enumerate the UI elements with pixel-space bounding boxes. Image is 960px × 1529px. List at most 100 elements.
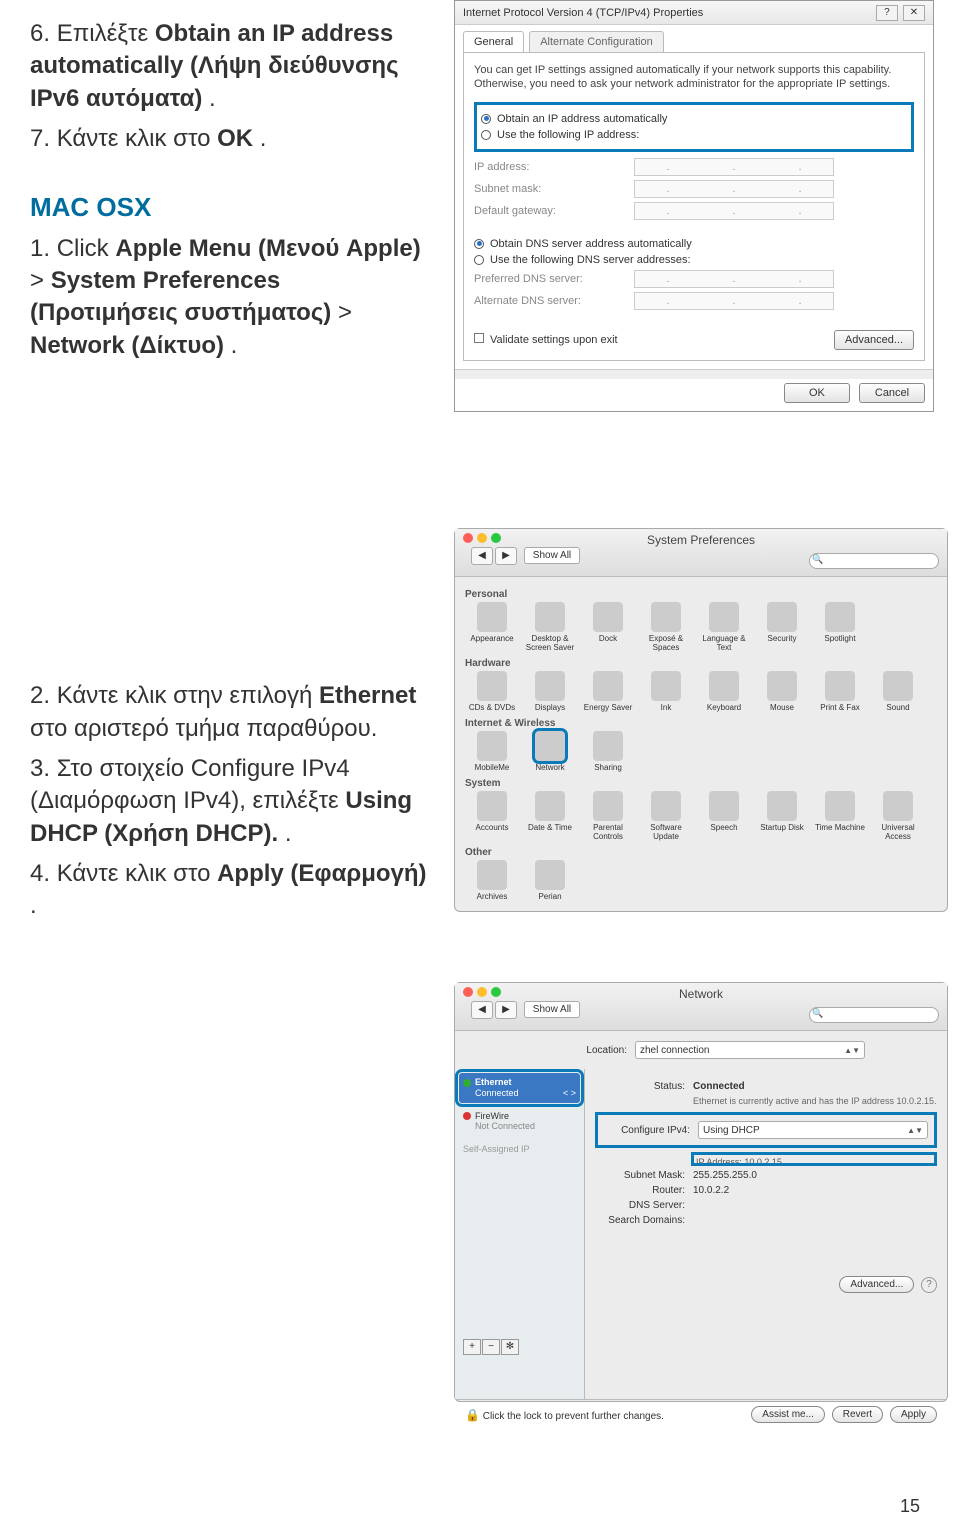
pref-icon: [535, 791, 565, 821]
pref-icon: [883, 671, 913, 701]
sidebar-firewire[interactable]: FireWire Not Connected: [459, 1107, 580, 1137]
pref-item-software-update[interactable]: Software Update: [639, 791, 693, 841]
window-title: Network: [679, 987, 723, 1001]
remove-service-button[interactable]: −: [482, 1339, 500, 1355]
back-button[interactable]: ◀: [471, 1001, 493, 1019]
tab-alternate[interactable]: Alternate Configuration: [529, 31, 664, 52]
pref-icon: [825, 602, 855, 632]
pref-item-language-text[interactable]: Language & Text: [697, 602, 751, 652]
pref-icon: [767, 791, 797, 821]
pref-item-network[interactable]: Network: [523, 731, 577, 772]
mac-step-2: 2. Κάντε κλικ στην επιλογή Ethernet στο …: [30, 680, 430, 745]
step-6: 6. Επιλέξτε Obtain an IP address automat…: [30, 18, 430, 115]
location-select[interactable]: zhel connection▲▼: [635, 1041, 865, 1059]
pref-icon: [767, 602, 797, 632]
system-preferences-window: ◀▶ Show All System Preferences Personal …: [454, 528, 948, 912]
pref-icon: [535, 602, 565, 632]
pref-item-dock[interactable]: Dock: [581, 602, 635, 652]
page-number: 15: [900, 1496, 920, 1517]
pref-icon: [477, 860, 507, 890]
mac-step-4: 4. Κάντε κλικ στο Apply (Εφαρμογή) .: [30, 858, 430, 923]
pref-item-archives[interactable]: Archives: [465, 860, 519, 901]
pref-icon: [709, 671, 739, 701]
pref-item-spotlight[interactable]: Spotlight: [813, 602, 867, 652]
pref-item-energy-saver[interactable]: Energy Saver: [581, 671, 635, 712]
pref-item-perian[interactable]: Perian: [523, 860, 577, 901]
ipv4-properties-dialog: Internet Protocol Version 4 (TCP/IPv4) P…: [454, 0, 934, 412]
pref-icon: [535, 731, 565, 761]
cancel-button[interactable]: Cancel: [859, 383, 925, 403]
pref-item-expos-spaces[interactable]: Exposé & Spaces: [639, 602, 693, 652]
pref-icon: [535, 671, 565, 701]
revert-button[interactable]: Revert: [832, 1406, 883, 1423]
pref-icon: [593, 602, 623, 632]
radio-ip-manual[interactable]: [481, 130, 491, 140]
pref-icon: [593, 791, 623, 821]
pref-item-mobileme[interactable]: MobileMe: [465, 731, 519, 772]
pref-icon: [477, 791, 507, 821]
help-icon[interactable]: ?: [876, 5, 898, 21]
pref-icon: [767, 671, 797, 701]
pref-item-cds-dvds[interactable]: CDs & DVDs: [465, 671, 519, 712]
pref-item-accounts[interactable]: Accounts: [465, 791, 519, 841]
pref-item-startup-disk[interactable]: Startup Disk: [755, 791, 809, 841]
pref-item-displays[interactable]: Displays: [523, 671, 577, 712]
pref-icon: [709, 602, 739, 632]
subnet-field[interactable]: ...: [634, 180, 834, 198]
lock-icon[interactable]: 🔒: [465, 1408, 480, 1422]
pref-icon: [593, 671, 623, 701]
pref-item-security[interactable]: Security: [755, 602, 809, 652]
window-title: System Preferences: [647, 533, 755, 547]
add-service-button[interactable]: +: [463, 1339, 481, 1355]
search-field[interactable]: [809, 553, 939, 569]
configure-ipv4-select[interactable]: Using DHCP▲▼: [698, 1121, 928, 1139]
macosx-heading: MAC OSX: [30, 192, 430, 223]
gateway-field[interactable]: ...: [634, 202, 834, 220]
pref-item-universal-access[interactable]: Universal Access: [871, 791, 925, 841]
close-icon[interactable]: ✕: [903, 5, 925, 21]
mac-step-1: 1. Click Apple Menu (Μενού Apple) > Syst…: [30, 233, 430, 363]
pref-item-sound[interactable]: Sound: [871, 671, 925, 712]
pref-item-date-time[interactable]: Date & Time: [523, 791, 577, 841]
pref-item-desktop-screen-saver[interactable]: Desktop & Screen Saver: [523, 602, 577, 652]
help-icon[interactable]: ?: [921, 1277, 937, 1293]
radio-dns-auto[interactable]: [474, 239, 484, 249]
pref-item-speech[interactable]: Speech: [697, 791, 751, 841]
pref-icon: [825, 791, 855, 821]
pref-icon: [651, 791, 681, 821]
show-all-button[interactable]: Show All: [524, 547, 580, 564]
pref-icon: [477, 731, 507, 761]
sidebar-selfip[interactable]: Self-Assigned IP: [459, 1140, 580, 1159]
pref-item-ink[interactable]: Ink: [639, 671, 693, 712]
forward-button[interactable]: ▶: [495, 547, 517, 565]
validate-checkbox[interactable]: [474, 333, 484, 343]
apply-button[interactable]: Apply: [890, 1406, 937, 1423]
ok-button[interactable]: OK: [784, 383, 850, 403]
pref-item-mouse[interactable]: Mouse: [755, 671, 809, 712]
pref-item-time-machine[interactable]: Time Machine: [813, 791, 867, 841]
search-field[interactable]: [809, 1007, 939, 1023]
advanced-button[interactable]: Advanced...: [834, 330, 914, 350]
pref-item-print-fax[interactable]: Print & Fax: [813, 671, 867, 712]
pref-icon: [883, 791, 913, 821]
advanced-button[interactable]: Advanced...: [839, 1276, 914, 1293]
pref-item-sharing[interactable]: Sharing: [581, 731, 635, 772]
ip-address-field[interactable]: ...: [634, 158, 834, 176]
assist-button[interactable]: Assist me...: [751, 1406, 825, 1423]
pref-item-parental-controls[interactable]: Parental Controls: [581, 791, 635, 841]
actions-button[interactable]: ✻: [501, 1339, 519, 1355]
pref-dns-field[interactable]: ...: [634, 270, 834, 288]
radio-ip-auto[interactable]: [481, 114, 491, 124]
pref-item-keyboard[interactable]: Keyboard: [697, 671, 751, 712]
pref-item-appearance[interactable]: Appearance: [465, 602, 519, 652]
show-all-button[interactable]: Show All: [524, 1001, 580, 1018]
pref-icon: [477, 671, 507, 701]
alt-dns-field[interactable]: ...: [634, 292, 834, 310]
tab-general[interactable]: General: [463, 31, 524, 52]
pref-icon: [593, 731, 623, 761]
forward-button[interactable]: ▶: [495, 1001, 517, 1019]
radio-dns-manual[interactable]: [474, 255, 484, 265]
back-button[interactable]: ◀: [471, 547, 493, 565]
sidebar-ethernet[interactable]: Ethernet Connected < >: [459, 1073, 580, 1103]
network-window: ◀▶ Show All Network Location: zhel conne…: [454, 982, 948, 1402]
